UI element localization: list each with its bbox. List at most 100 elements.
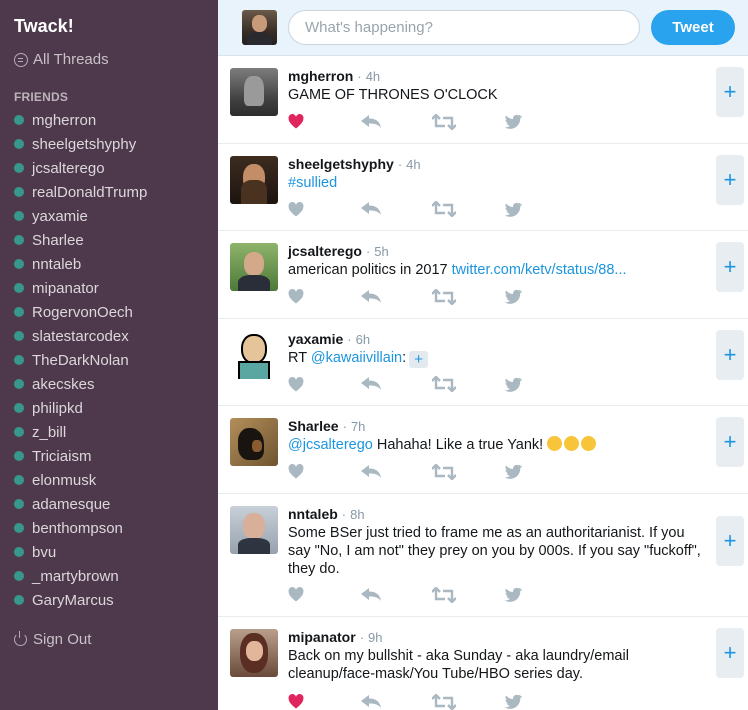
tweet-time[interactable]: 9h bbox=[368, 630, 382, 645]
friend-name: mipanator bbox=[32, 279, 99, 297]
friend-item[interactable]: Triciaism bbox=[14, 444, 147, 468]
reply-button[interactable] bbox=[360, 463, 432, 481]
tweet-handle[interactable]: Sharlee bbox=[288, 418, 339, 434]
tweet-handle[interactable]: nntaleb bbox=[288, 506, 338, 522]
reply-button[interactable] bbox=[360, 200, 432, 218]
tweet-handle[interactable]: jcsalterego bbox=[288, 243, 362, 259]
avatar[interactable] bbox=[230, 505, 278, 554]
online-status-icon bbox=[14, 595, 24, 605]
like-button[interactable] bbox=[288, 463, 360, 481]
retweet-button[interactable] bbox=[432, 375, 504, 393]
tweet-time[interactable]: 4h bbox=[366, 69, 380, 84]
tweet-time[interactable]: 6h bbox=[356, 332, 370, 347]
mention-link[interactable]: @kawaiivillain bbox=[311, 350, 402, 366]
tweet-handle[interactable]: sheelgetshyphy bbox=[288, 156, 394, 172]
friend-item[interactable]: adamesque bbox=[14, 492, 147, 516]
friend-item[interactable]: mipanator bbox=[14, 276, 147, 300]
tweet-button[interactable]: Tweet bbox=[651, 10, 735, 45]
avatar[interactable] bbox=[230, 330, 278, 379]
tweet-item: nntaleb · 8h Some BSer just tried to fra… bbox=[218, 494, 748, 617]
tweet-time[interactable]: 8h bbox=[350, 507, 364, 522]
add-thread-button[interactable]: + bbox=[716, 417, 744, 467]
friend-item[interactable]: GaryMarcus bbox=[14, 588, 147, 612]
tweet-time[interactable]: 7h bbox=[351, 419, 365, 434]
tweet-time[interactable]: 4h bbox=[406, 157, 420, 172]
friend-item[interactable]: sheelgetshyphy bbox=[14, 132, 147, 156]
compose-input[interactable] bbox=[288, 10, 640, 45]
online-status-icon bbox=[14, 523, 24, 533]
online-status-icon bbox=[14, 475, 24, 485]
url-link[interactable]: twitter.com/ketv/status/88... bbox=[452, 262, 627, 278]
friend-item[interactable]: nntaleb bbox=[14, 252, 147, 276]
add-thread-button[interactable]: + bbox=[716, 154, 744, 205]
reply-button[interactable] bbox=[360, 586, 432, 604]
friend-name: philipkd bbox=[32, 399, 83, 417]
like-button[interactable] bbox=[288, 288, 360, 306]
twitter-button[interactable] bbox=[504, 375, 576, 393]
avatar[interactable] bbox=[230, 68, 278, 116]
reply-button[interactable] bbox=[360, 113, 432, 131]
twitter-button[interactable] bbox=[504, 200, 576, 218]
friend-item[interactable]: jcsalterego bbox=[14, 156, 147, 180]
avatar[interactable] bbox=[230, 243, 278, 291]
tweet-actions bbox=[288, 693, 576, 710]
retweet-button[interactable] bbox=[432, 693, 504, 710]
avatar[interactable] bbox=[230, 418, 278, 466]
bird-icon bbox=[504, 377, 522, 392]
tweet-handle[interactable]: mipanator bbox=[288, 629, 356, 645]
friend-name: slatestarcodex bbox=[32, 327, 129, 345]
tweet-handle[interactable]: mgherron bbox=[288, 68, 353, 84]
retweet-button[interactable] bbox=[432, 586, 504, 604]
retweet-button[interactable] bbox=[432, 200, 504, 218]
friend-name: nntaleb bbox=[32, 255, 82, 273]
retweet-button[interactable] bbox=[432, 288, 504, 306]
reply-button[interactable] bbox=[360, 288, 432, 306]
power-icon bbox=[14, 631, 27, 646]
user-avatar[interactable] bbox=[242, 10, 277, 45]
mention-link[interactable]: @jcsalterego bbox=[288, 437, 373, 453]
twitter-button[interactable] bbox=[504, 288, 576, 306]
reply-button[interactable] bbox=[360, 693, 432, 710]
twitter-button[interactable] bbox=[504, 463, 576, 481]
like-button[interactable] bbox=[288, 586, 360, 604]
tweet-handle[interactable]: yaxamie bbox=[288, 331, 343, 347]
all-threads-link[interactable]: All Threads bbox=[14, 51, 109, 68]
reply-button[interactable] bbox=[360, 375, 432, 393]
friend-item[interactable]: philipkd bbox=[14, 396, 147, 420]
friend-item[interactable]: _martybrown bbox=[14, 564, 147, 588]
like-button[interactable] bbox=[288, 113, 360, 131]
like-button[interactable] bbox=[288, 200, 360, 218]
add-thread-button[interactable]: + bbox=[716, 67, 744, 117]
twitter-button[interactable] bbox=[504, 693, 576, 710]
friend-item[interactable]: RogervonOech bbox=[14, 300, 147, 324]
twitter-button[interactable] bbox=[504, 113, 576, 131]
timeline[interactable]: mgherron · 4h GAME OF THRONES O'CLOCK + … bbox=[218, 56, 748, 710]
tweet-time[interactable]: 5h bbox=[374, 244, 388, 259]
like-button[interactable] bbox=[288, 693, 360, 710]
like-button[interactable] bbox=[288, 375, 360, 393]
friend-item[interactable]: Sharlee bbox=[14, 228, 147, 252]
avatar[interactable] bbox=[230, 628, 278, 677]
friend-item[interactable]: benthompson bbox=[14, 516, 147, 540]
hashtag-link[interactable]: #sullied bbox=[288, 175, 337, 191]
friend-item[interactable]: mgherron bbox=[14, 108, 147, 132]
friend-item[interactable]: z_bill bbox=[14, 420, 147, 444]
expand-quote-button[interactable]: + bbox=[409, 350, 429, 368]
retweet-button[interactable] bbox=[432, 113, 504, 131]
friend-item[interactable]: akecskes bbox=[14, 372, 147, 396]
sign-out-link[interactable]: Sign Out bbox=[14, 631, 91, 648]
friend-item[interactable]: slatestarcodex bbox=[14, 324, 147, 348]
retweet-button[interactable] bbox=[432, 463, 504, 481]
friend-item[interactable]: realDonaldTrump bbox=[14, 180, 147, 204]
add-thread-button[interactable]: + bbox=[716, 242, 744, 292]
avatar[interactable] bbox=[230, 155, 278, 204]
twitter-button[interactable] bbox=[504, 586, 576, 604]
reply-icon bbox=[361, 289, 381, 303]
add-thread-button[interactable]: + bbox=[716, 329, 744, 380]
friend-item[interactable]: bvu bbox=[14, 540, 147, 564]
friend-item[interactable]: yaxamie bbox=[14, 204, 147, 228]
add-thread-button[interactable]: + bbox=[716, 627, 744, 678]
friend-item[interactable]: TheDarkNolan bbox=[14, 348, 147, 372]
friend-item[interactable]: elonmusk bbox=[14, 468, 147, 492]
add-thread-button[interactable]: + bbox=[716, 515, 744, 566]
